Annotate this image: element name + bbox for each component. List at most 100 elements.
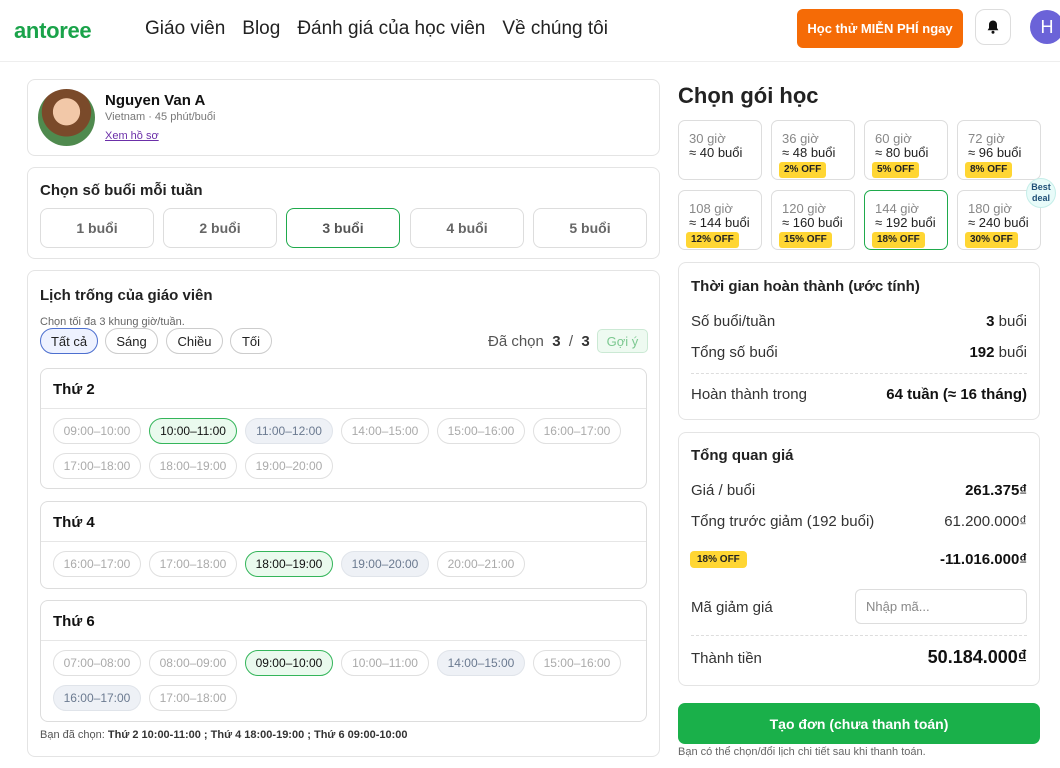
- discount-badge: 18% OFF: [872, 232, 925, 248]
- schedule-title: Lịch trống của giáo viên: [40, 287, 213, 304]
- package-hours: 144 giờ: [875, 201, 919, 216]
- package-hours: 120 giờ: [782, 201, 826, 216]
- time-slot[interactable]: 20:00–21:00: [437, 551, 525, 577]
- total-sessions-label: Tổng số buổi: [691, 344, 778, 361]
- best-deal-badge: Best deal: [1026, 178, 1056, 208]
- package-sessions: ≈ 96 buổi: [968, 145, 1022, 160]
- brand-logo[interactable]: antoree: [14, 18, 92, 44]
- filter-evening[interactable]: Tối: [230, 328, 272, 354]
- completion-card: Thời gian hoàn thành (ước tính) Số buổi/…: [678, 262, 1040, 420]
- user-avatar[interactable]: H: [1030, 10, 1060, 44]
- free-trial-button[interactable]: Học thử MIỄN PHÍ ngay: [797, 9, 963, 48]
- time-slot: 14:00–15:00: [437, 650, 525, 676]
- time-slot[interactable]: 08:00–09:00: [149, 650, 237, 676]
- time-slot[interactable]: 14:00–15:00: [341, 418, 429, 444]
- chosen-value: 3: [552, 333, 561, 350]
- total-sessions-unit: buổi: [998, 344, 1027, 361]
- time-slot[interactable]: 18:00–19:00: [149, 453, 237, 479]
- day-title: Thứ 4: [53, 514, 95, 531]
- package-hours: 30 giờ: [689, 131, 726, 146]
- day-divider: [41, 408, 646, 409]
- package-sessions: ≈ 144 buổi: [689, 215, 750, 230]
- session-option-1[interactable]: 1 buổi: [40, 208, 154, 248]
- finish-label: Hoàn thành trong: [691, 386, 807, 403]
- chosen-label: Đã chọn: [488, 333, 544, 350]
- time-slot[interactable]: 15:00–16:00: [437, 418, 525, 444]
- chosen-max: 3: [581, 333, 590, 350]
- day-title: Thứ 2: [53, 381, 95, 398]
- package-sessions: ≈ 80 buổi: [875, 145, 929, 160]
- day-card-friday: Thứ 6 07:00–08:00 08:00–09:00 09:00–10:00 1…: [40, 600, 647, 722]
- package-option[interactable]: 36 giờ ≈ 48 buổi 2% OFF: [771, 120, 855, 180]
- discount-badge: 18% OFF: [690, 551, 747, 568]
- per-week-number: 3: [986, 313, 995, 330]
- tutor-meta: Vietnam · 45 phút/buổi: [105, 111, 216, 123]
- discount-badge: 2% OFF: [779, 162, 827, 178]
- time-slot[interactable]: 09:00–10:00: [245, 650, 333, 676]
- discount-badge: 30% OFF: [965, 232, 1018, 248]
- time-slot[interactable]: 18:00–19:00: [245, 551, 333, 577]
- price-title: Tổng quan giá: [691, 447, 794, 464]
- package-hours: 180 giờ: [968, 201, 1012, 216]
- subtotal-value: 61.200.000₫: [944, 513, 1027, 530]
- tutor-photo: [38, 89, 95, 146]
- nav-blog[interactable]: Blog: [242, 18, 280, 40]
- suggest-button[interactable]: Gợi ý: [597, 329, 648, 353]
- time-slot[interactable]: 09:00–10:00: [53, 418, 141, 444]
- total-label: Thành tiền: [691, 650, 762, 667]
- finish-duration: 64 tuần (≈ 16 tháng): [886, 386, 1027, 403]
- time-slot[interactable]: 16:00–17:00: [533, 418, 621, 444]
- divider: [691, 635, 1027, 636]
- time-slot[interactable]: 16:00–17:00: [53, 551, 141, 577]
- top-header: antoree Giáo viên Blog Đánh giá của học …: [0, 0, 1060, 62]
- discount-badge: 8% OFF: [965, 162, 1013, 178]
- package-option[interactable]: 144 giờ ≈ 192 buổi 18% OFF: [864, 190, 948, 250]
- per-week-value: 3 buổi: [986, 313, 1027, 330]
- package-option[interactable]: 60 giờ ≈ 80 buổi 5% OFF: [864, 120, 948, 180]
- package-hours: 60 giờ: [875, 131, 912, 146]
- create-order-button[interactable]: Tạo đơn (chưa thanh toán): [678, 703, 1040, 744]
- time-slot[interactable]: 10:00–11:00: [149, 418, 237, 444]
- time-slot[interactable]: 15:00–16:00: [533, 650, 621, 676]
- nav-about[interactable]: Về chúng tôi: [502, 18, 608, 40]
- day-divider: [41, 640, 646, 641]
- nav-reviews[interactable]: Đánh giá của học viên: [297, 18, 485, 40]
- session-option-2[interactable]: 2 buổi: [163, 208, 277, 248]
- discount-amount: -11.016.000₫: [940, 551, 1027, 568]
- notification-button[interactable]: [975, 9, 1011, 45]
- day-card-monday: Thứ 2 09:00–10:00 10:00–11:00 11:00–12:00 1…: [40, 368, 647, 489]
- main-nav: Giáo viên Blog Đánh giá của học viên Về …: [145, 18, 608, 40]
- total-value: 50.184.000₫: [928, 647, 1027, 668]
- filter-morning[interactable]: Sáng: [105, 328, 158, 354]
- package-option[interactable]: 108 giờ ≈ 144 buổi 12% OFF: [678, 190, 762, 250]
- sessions-title: Chọn số buổi mỗi tuần: [40, 182, 203, 199]
- session-option-4[interactable]: 4 buổi: [410, 208, 524, 248]
- tutor-name: Nguyen Van A: [105, 92, 206, 109]
- summary-label: Bạn đã chọn:: [40, 729, 105, 741]
- package-option[interactable]: 72 giờ ≈ 96 buổi 8% OFF: [957, 120, 1041, 180]
- price-per-session-value: 261.375₫: [965, 482, 1027, 499]
- time-slot[interactable]: 17:00–18:00: [149, 685, 237, 711]
- time-slot[interactable]: 17:00–18:00: [53, 453, 141, 479]
- coupon-input[interactable]: Nhập mã...: [855, 589, 1027, 624]
- package-hours: 72 giờ: [968, 131, 1005, 146]
- session-option-3[interactable]: 3 buổi: [286, 208, 400, 248]
- package-option[interactable]: 30 giờ ≈ 40 buổi: [678, 120, 762, 180]
- time-slot: 11:00–12:00: [245, 418, 333, 444]
- time-slot[interactable]: 19:00–20:00: [245, 453, 333, 479]
- total-sessions-number: 192: [969, 344, 995, 361]
- finish-value: 64 tuần (≈ 16 tháng): [886, 386, 1027, 403]
- view-profile-link[interactable]: Xem hồ sơ: [105, 130, 159, 142]
- nav-teachers[interactable]: Giáo viên: [145, 18, 225, 40]
- time-slot[interactable]: 07:00–08:00: [53, 650, 141, 676]
- day-divider: [41, 541, 646, 542]
- filter-afternoon[interactable]: Chiều: [166, 328, 223, 354]
- filter-all[interactable]: Tất cả: [40, 328, 98, 354]
- session-option-5[interactable]: 5 buổi: [533, 208, 647, 248]
- total-sessions-value: 192 buổi: [969, 344, 1027, 361]
- time-slot[interactable]: 10:00–11:00: [341, 650, 429, 676]
- package-option[interactable]: 120 giờ ≈ 160 buổi 15% OFF: [771, 190, 855, 250]
- chosen-separator: /: [568, 333, 574, 350]
- time-slot[interactable]: 17:00–18:00: [149, 551, 237, 577]
- package-sessions: ≈ 192 buổi: [875, 215, 936, 230]
